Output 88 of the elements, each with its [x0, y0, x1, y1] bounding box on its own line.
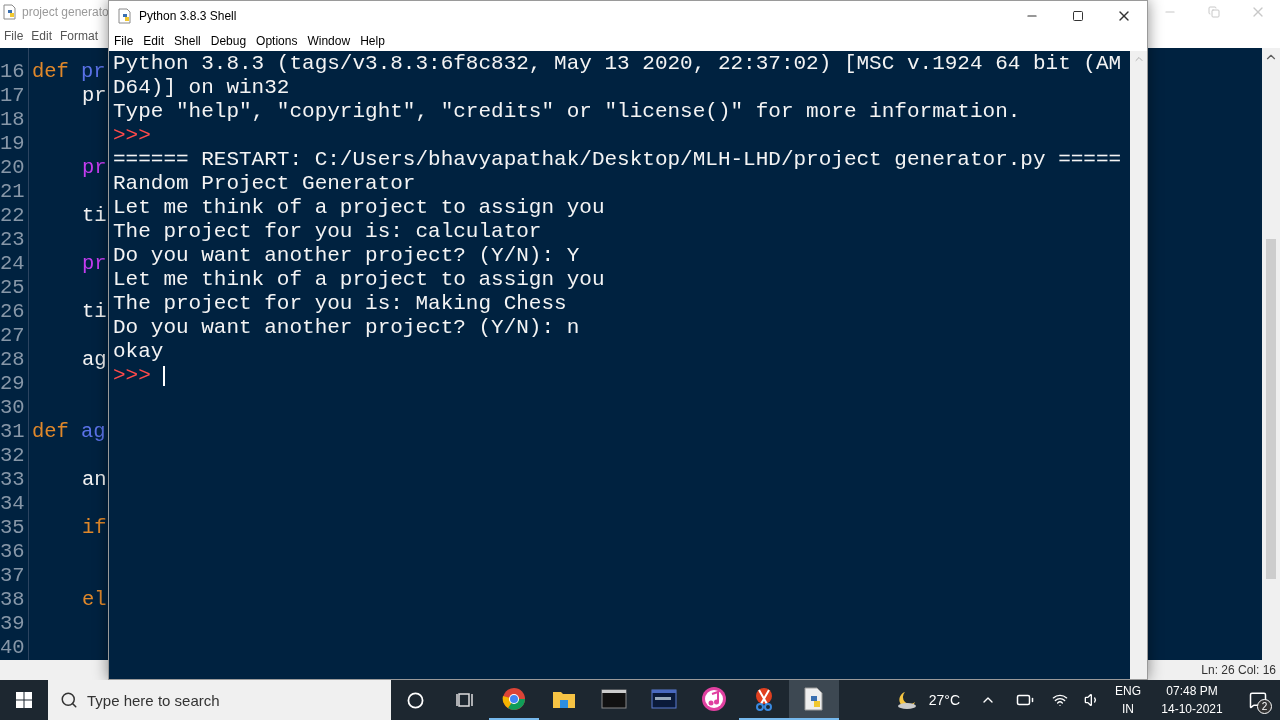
wifi-icon[interactable] [1052, 692, 1068, 708]
output-line: The project for you is: Making Chess [113, 292, 567, 316]
output-line: Do you want another project? (Y/N): Y [113, 244, 580, 268]
line-number: 34 [0, 492, 25, 515]
terminal-icon [651, 686, 677, 712]
code-token: pr [82, 156, 107, 180]
line-number: 29 [0, 372, 25, 395]
python-file-icon [117, 8, 133, 24]
scrollbar[interactable] [1262, 48, 1280, 660]
output-line: Let me think of a project to assign you [113, 268, 605, 292]
window-title: project generato [22, 4, 109, 21]
output-line: Python 3.8.3 (tags/v3.8.3:6f8c832, May 13 2020, 22:37:02) [MSC v.1924 64 bit (AM [113, 52, 1122, 76]
line-number: 22 [0, 204, 25, 227]
line-number: 38 [0, 588, 25, 611]
output-line: Type "help", "copyright", "credits" or "license()" for more information. [113, 100, 1021, 124]
code-token: ti [82, 300, 107, 324]
output-line: okay [113, 340, 164, 364]
code-token: ag [82, 348, 107, 372]
menu-item[interactable]: Format [60, 27, 99, 45]
clock[interactable]: 07:48 PM 14-10-2021 [1154, 682, 1230, 718]
line-number: 18 [0, 108, 25, 131]
line-number: 39 [0, 612, 25, 635]
circle-icon [407, 691, 424, 709]
code-token: pr [82, 84, 107, 108]
code-token: an [82, 468, 107, 492]
line-number: 33 [0, 468, 25, 491]
restore-icon [1208, 6, 1220, 18]
code-token: def [32, 420, 69, 444]
status-text: Ln: 26 Col: 16 [1201, 662, 1276, 679]
menu-item[interactable]: Debug [210, 32, 247, 50]
scrollbar[interactable] [1130, 51, 1147, 679]
code-token: el [82, 588, 107, 612]
code-token: pr [80, 60, 106, 84]
code-token: def [32, 60, 69, 84]
line-number: 36 [0, 540, 25, 563]
output-line: Random Project Generator [113, 172, 416, 196]
shell-prompt: >>> [113, 124, 151, 148]
line-number: 37 [0, 564, 25, 587]
output-line: Do you want another project? (Y/N): n [113, 316, 580, 340]
menu-item[interactable]: Window [307, 32, 351, 50]
menu-item[interactable]: File [114, 32, 134, 50]
notification-count: 2 [1257, 699, 1272, 714]
maximize-icon [1072, 10, 1084, 22]
line-number: 17 [0, 84, 25, 107]
code-token: ti [82, 204, 107, 228]
line-number: 21 [0, 180, 25, 203]
language-indicator[interactable]: ENG IN [1112, 682, 1144, 718]
taskbar-app-button[interactable] [789, 680, 839, 720]
line-number: 25 [0, 276, 25, 299]
line-number: 27 [0, 324, 25, 347]
line-number: 16 [0, 60, 25, 83]
shell-prompt: >>> [113, 364, 151, 388]
line-number: 20 [0, 156, 25, 179]
line-number: 30 [0, 396, 25, 419]
task-view-icon [455, 692, 474, 708]
line-number: 24 [0, 252, 25, 275]
browser-icon [501, 686, 527, 712]
output-line: D64)] on win32 [113, 76, 290, 100]
windows-logo-icon [16, 692, 32, 708]
code-token: ag [80, 420, 106, 444]
output-line: Let me think of a project to assign you [113, 196, 605, 220]
code-token: if [82, 516, 107, 540]
music-note-icon [701, 686, 727, 712]
line-number: 40 [0, 636, 25, 659]
code-token: pr [82, 252, 107, 276]
temperature-text: 27°C [928, 690, 960, 710]
window-title: Python 3.8.3 Shell [139, 8, 237, 25]
terminal-icon [601, 686, 627, 712]
line-number: 19 [0, 132, 25, 155]
menu-item[interactable]: Options [256, 32, 298, 50]
search-icon [60, 691, 78, 709]
line-number: 23 [0, 228, 25, 251]
notification-button[interactable]: 2 [1236, 680, 1280, 720]
menu-item[interactable]: Shell [174, 32, 201, 50]
output-line: ====== RESTART: C:/Users/bhavyapathak/Desktop/MLH-LHD/project generator.py ===== [113, 148, 1122, 172]
line-number: 26 [0, 300, 25, 323]
line-number: 28 [0, 348, 25, 371]
menu-item[interactable]: File [4, 27, 24, 45]
scrollbar-thumb[interactable] [1266, 239, 1276, 579]
line-number: 31 [0, 420, 25, 443]
notification-icon [1249, 691, 1267, 709]
line-number: 32 [0, 444, 25, 467]
output-line: The project for you is: calculator [113, 220, 542, 244]
search-field[interactable]: Type here to search [48, 680, 391, 720]
menu-item[interactable]: Edit [143, 32, 165, 50]
menu-item[interactable]: Help [360, 32, 385, 50]
menu-item[interactable]: Edit [31, 27, 53, 45]
line-number: 35 [0, 516, 25, 539]
